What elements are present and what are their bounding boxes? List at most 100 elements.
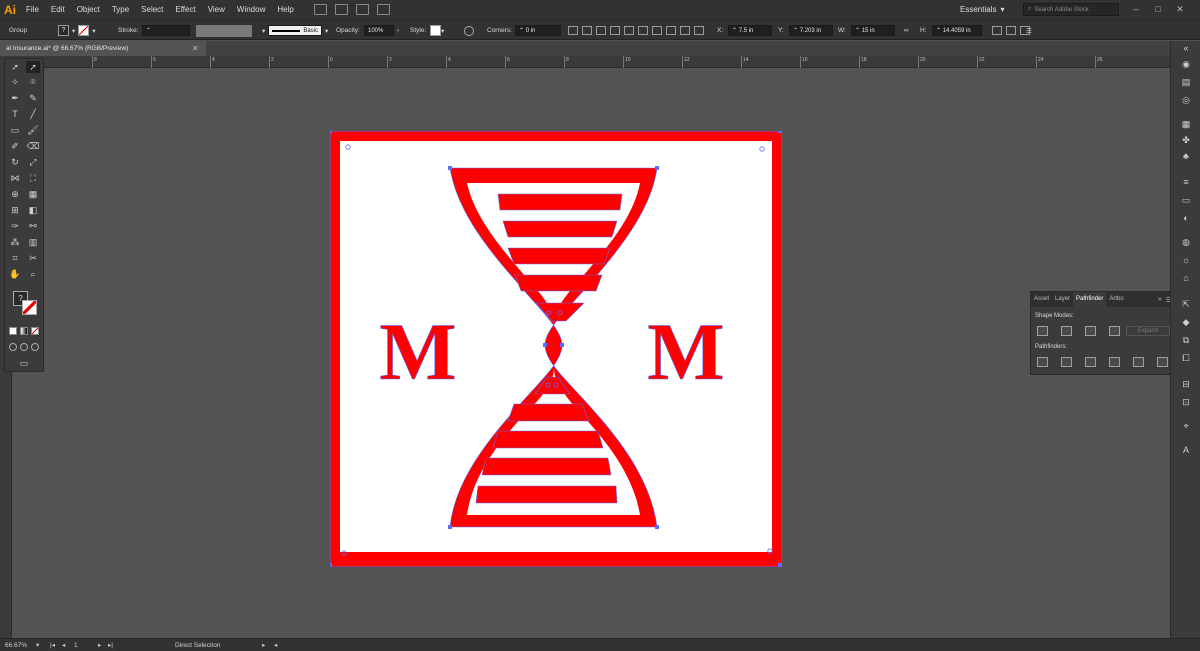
paragraph-icon[interactable]: A [1180, 445, 1192, 456]
shaper-tool-icon[interactable]: ✐ [8, 140, 22, 152]
expand-button[interactable]: Expand [1126, 326, 1170, 336]
graphic-style-swatch[interactable] [430, 25, 441, 36]
draw-normal-icon[interactable] [9, 343, 17, 351]
artboard-number[interactable]: 1 [74, 639, 78, 651]
merge-icon[interactable] [1085, 357, 1096, 367]
exclude-icon[interactable] [1109, 326, 1120, 336]
column-graph-tool-icon[interactable]: ▥ [26, 236, 40, 248]
stroke-swatch[interactable] [78, 25, 90, 36]
fill-stroke-widget[interactable]: ? [13, 291, 39, 317]
divide-icon[interactable] [1037, 357, 1048, 367]
stripe[interactable] [475, 485, 618, 504]
graphic-styles-icon[interactable]: ☼ [1180, 255, 1192, 266]
gradient-tool-icon[interactable]: ◧ [26, 204, 40, 216]
chevron-down-icon[interactable]: ▾ [325, 27, 328, 35]
arrange-documents-icon[interactable] [355, 4, 369, 15]
constrain-proportions-icon[interactable]: ∞ [904, 27, 909, 34]
draw-behind-icon[interactable] [20, 343, 28, 351]
align-top-icon[interactable] [610, 26, 620, 35]
variable-width-profile[interactable] [196, 24, 252, 37]
tab-pathfinder[interactable]: Pathfinder [1073, 292, 1107, 307]
stripe[interactable] [507, 247, 611, 265]
stripe[interactable] [514, 274, 603, 292]
opacity-field[interactable]: 100% [364, 25, 394, 36]
h-field[interactable]: ⌃ 14.4059 in [932, 25, 982, 36]
x-field[interactable]: ⌃ 7.5 in [728, 25, 772, 36]
transparency-icon[interactable]: ◐ [1180, 213, 1192, 224]
anchor-point[interactable] [330, 131, 332, 133]
distribute-top-icon[interactable] [652, 26, 662, 35]
anchor-point[interactable] [560, 343, 564, 347]
first-artboard-icon[interactable]: |◂ [50, 639, 55, 651]
collapse-dock-icon[interactable]: « [1180, 43, 1192, 54]
magic-wand-tool-icon[interactable]: ✧ [8, 76, 22, 88]
status-menu-icon[interactable]: ◂ [274, 639, 277, 651]
curvature-tool-icon[interactable]: ✎ [26, 92, 40, 104]
transform-panel-icon[interactable]: ⊡ [1180, 397, 1192, 408]
align-vertical-center-icon[interactable] [624, 26, 634, 35]
stripe[interactable] [502, 220, 618, 238]
pathfinder-dock-icon[interactable]: ⧉ [1180, 335, 1192, 346]
none-icon[interactable] [31, 327, 39, 335]
isolate-group-icon[interactable] [1006, 26, 1016, 35]
opacity-label[interactable]: Opacity: [336, 20, 360, 41]
anchor-point[interactable] [655, 525, 659, 529]
minus-back-icon[interactable] [1157, 357, 1168, 367]
anchor-point[interactable] [448, 525, 452, 529]
slice-tool-icon[interactable]: ✂ [26, 252, 40, 264]
brushes-icon[interactable]: ✤ [1180, 135, 1192, 146]
zoom-tool-icon[interactable]: ⌕ [26, 268, 40, 280]
menu-window[interactable]: Window [231, 0, 271, 19]
gradient-panel-icon[interactable]: ▭ [1180, 195, 1192, 206]
swatches-icon[interactable]: ▦ [1180, 119, 1192, 130]
menu-select[interactable]: Select [135, 0, 169, 19]
corners-field[interactable]: ⌃ 0 in [515, 25, 561, 36]
artboards-icon[interactable]: ⧠ [1180, 353, 1192, 364]
color-icon[interactable] [9, 327, 17, 335]
tab-artboards[interactable]: Artbo [1106, 292, 1126, 307]
menu-type[interactable]: Type [106, 0, 135, 19]
perspective-grid-tool-icon[interactable]: ▦ [26, 188, 40, 200]
letter-m-right[interactable]: M [647, 306, 725, 398]
mesh-tool-icon[interactable]: ⊞ [8, 204, 22, 216]
align-right-icon[interactable] [596, 26, 606, 35]
current-tool-status[interactable]: Direct Selection [175, 639, 221, 651]
trim-icon[interactable] [1061, 357, 1072, 367]
menu-edit[interactable]: Edit [45, 0, 71, 19]
symbol-sprayer-tool-icon[interactable]: ⁂ [8, 236, 22, 248]
draw-inside-icon[interactable] [31, 343, 39, 351]
stripe[interactable] [507, 403, 590, 422]
maximize-icon[interactable]: □ [1152, 3, 1164, 15]
align-bottom-icon[interactable] [638, 26, 648, 35]
free-transform-tool-icon[interactable]: ⛶ [26, 172, 40, 184]
layers-icon[interactable]: ◆ [1180, 317, 1192, 328]
chevron-right-icon[interactable]: › [397, 27, 399, 34]
crop-icon[interactable] [1109, 357, 1120, 367]
chevron-down-icon[interactable]: ▾ [92, 27, 95, 35]
w-field[interactable]: ⌃ 15 in [851, 25, 895, 36]
type-tool-icon[interactable]: T [8, 108, 22, 120]
recolor-artwork-icon[interactable] [464, 25, 474, 36]
libraries-icon[interactable]: ▤ [1180, 77, 1192, 88]
blend-tool-icon[interactable]: ⚯ [26, 220, 40, 232]
color-guide-icon[interactable]: ◎ [1180, 95, 1192, 106]
scale-tool-icon[interactable]: ⤢ [26, 156, 40, 168]
corners-label[interactable]: Corners: [487, 20, 512, 41]
menu-object[interactable]: Object [71, 0, 106, 19]
line-segment-tool-icon[interactable]: ╱ [26, 108, 40, 120]
last-artboard-icon[interactable]: ▸| [108, 639, 113, 651]
transform-icon[interactable] [992, 26, 1002, 35]
distribute-bottom-icon[interactable] [680, 26, 690, 35]
artboard-artwork[interactable]: M M [330, 131, 782, 567]
selection-tool-icon[interactable]: ➚ [8, 61, 22, 73]
pen-tool-icon[interactable]: ✒ [8, 92, 22, 104]
screen-mode-icon[interactable]: ▭ [17, 357, 31, 369]
stripe[interactable] [481, 457, 612, 476]
zoom-level[interactable]: 66.67% [5, 639, 27, 651]
stroke-box[interactable] [22, 300, 37, 315]
distribute-center-icon[interactable] [666, 26, 676, 35]
bridge-icon[interactable] [313, 4, 327, 15]
export-icon[interactable]: ⇱ [1180, 299, 1192, 310]
outline-icon[interactable] [1133, 357, 1144, 367]
anchor-point[interactable] [778, 563, 782, 567]
